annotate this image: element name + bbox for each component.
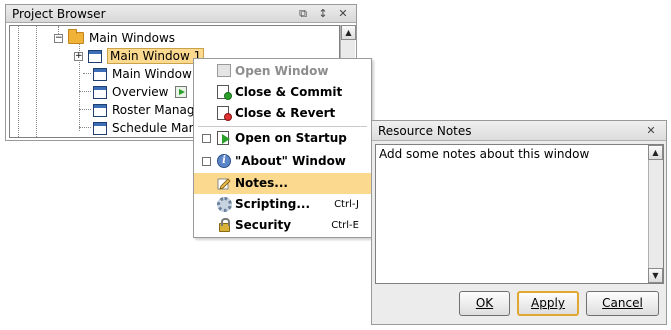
tree-item-overview[interactable]: Overview — [93, 83, 187, 101]
about-window-checkbox[interactable] — [202, 157, 211, 166]
pencil-icon — [216, 176, 232, 191]
expand-toggle[interactable]: + — [74, 51, 83, 61]
notes-scrollbar[interactable]: ▲ ▼ — [648, 145, 663, 283]
collapse-toggle[interactable]: − — [54, 33, 63, 43]
menu-item-label: Open on Startup — [235, 131, 347, 145]
resource-notes-titlebar[interactable]: Resource Notes ✕ — [372, 121, 666, 141]
folder-icon — [68, 29, 84, 44]
scroll-up-arrow-icon[interactable]: ▲ — [648, 145, 663, 160]
notes-textarea[interactable]: Add some notes about this window — [376, 145, 648, 283]
ok-button-label: OK — [475, 296, 494, 310]
window-icon — [93, 67, 107, 81]
menu-item-label: Scripting... — [235, 197, 311, 211]
tree-guide-line — [79, 109, 91, 110]
cancel-button-label: Cancel — [602, 296, 643, 310]
project-browser-titlebar[interactable]: Project Browser ⧉ ↕ ✕ — [6, 5, 356, 23]
tree-folder-label: Main Windows — [89, 31, 176, 45]
menu-item-label: Open Window — [235, 64, 329, 78]
menu-item-security[interactable]: Security Ctrl-E — [194, 215, 371, 236]
tree-folder-main-windows[interactable]: − Main Windows — [54, 29, 175, 47]
menu-item-label: Close & Commit — [235, 85, 343, 99]
tree-item-roster-manager[interactable]: Roster Manage — [93, 101, 202, 119]
ok-button[interactable]: OK — [459, 291, 510, 316]
info-icon: i — [216, 154, 232, 169]
startup-run-icon — [174, 86, 187, 98]
close-icon[interactable]: ✕ — [336, 7, 350, 21]
apply-button-label: Apply — [531, 296, 565, 310]
tree-guide-line — [36, 26, 37, 137]
menu-item-label: Security — [235, 218, 292, 232]
menu-item-close-commit[interactable]: Close & Commit — [194, 82, 371, 103]
window-icon — [88, 49, 102, 63]
startup-icon — [216, 131, 232, 146]
window-icon — [93, 121, 107, 135]
menu-item-notes[interactable]: Notes... — [194, 173, 371, 194]
tree-guide-line — [79, 91, 91, 92]
menu-item-about-window[interactable]: i "About" Window — [194, 151, 371, 172]
menu-shortcut: Ctrl-J — [334, 199, 359, 210]
tree-item-label: Main Window 1 — [107, 48, 205, 64]
menu-item-label: Close & Revert — [235, 106, 336, 120]
project-browser-title: Project Browser — [12, 6, 106, 21]
float-window-icon[interactable]: ⧉ — [296, 7, 310, 21]
menu-separator — [198, 126, 367, 127]
context-menu: Open Window Close & Commit Close & Rever… — [193, 58, 372, 238]
scroll-down-arrow-icon[interactable]: ▼ — [648, 268, 663, 283]
dialog-title: Resource Notes — [378, 123, 472, 138]
menu-item-scripting[interactable]: Scripting... Ctrl-J — [194, 194, 371, 215]
window-icon — [93, 85, 107, 99]
tree-item-main-window-2[interactable]: Main Window 2 — [93, 65, 203, 83]
close-revert-icon — [216, 106, 232, 121]
menu-shortcut: Ctrl-E — [331, 220, 359, 231]
lock-icon — [216, 218, 232, 233]
window-open-icon — [216, 64, 232, 79]
menu-item-label: Notes... — [235, 176, 288, 190]
window-icon — [93, 103, 107, 117]
menu-item-label: "About" Window — [235, 154, 346, 168]
tree-item-label: Overview — [112, 85, 169, 99]
tree-item-main-window-1[interactable]: + Main Window 1 — [74, 47, 205, 65]
tree-item-label: Roster Manage — [112, 103, 202, 117]
tree-guide-line — [79, 127, 91, 128]
scroll-up-arrow-icon[interactable]: ▲ — [341, 25, 356, 40]
close-commit-icon — [216, 85, 232, 100]
apply-button[interactable]: Apply — [517, 291, 579, 316]
menu-item-open-window: Open Window — [194, 61, 371, 82]
cancel-button[interactable]: Cancel — [586, 291, 659, 316]
notes-text-area-frame: Add some notes about this window ▲ ▼ — [375, 144, 664, 284]
tree-guide-line — [83, 73, 91, 74]
tree-item-label: Schedule Mana — [112, 121, 204, 135]
gear-icon — [216, 197, 232, 212]
close-icon[interactable]: ✕ — [644, 124, 658, 138]
tree-item-label: Main Window 2 — [112, 67, 204, 81]
tree-guide-line — [18, 26, 19, 137]
menu-item-close-revert[interactable]: Close & Revert — [194, 103, 371, 124]
pin-icon[interactable]: ↕ — [316, 7, 330, 21]
resource-notes-dialog: Resource Notes ✕ Add some notes about th… — [371, 120, 667, 325]
tree-item-schedule-manager[interactable]: Schedule Mana — [93, 119, 204, 137]
startup-checkbox[interactable] — [202, 134, 211, 143]
menu-item-open-on-startup[interactable]: Open on Startup — [194, 128, 371, 149]
